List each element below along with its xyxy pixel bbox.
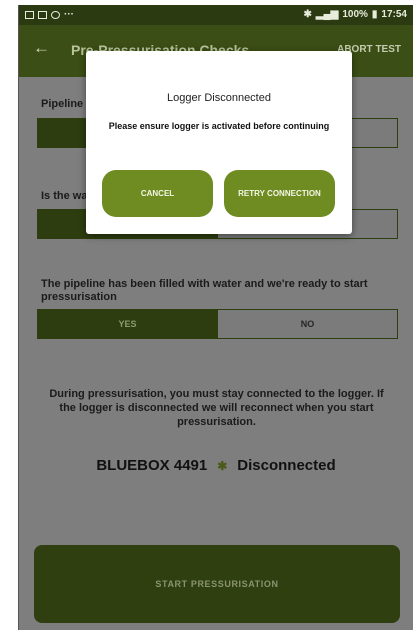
- question-2-label: Is the wa: [41, 190, 88, 202]
- bluetooth-icon: ✱: [217, 458, 228, 473]
- device-screen: ··· ✱ ▂▄▆ 100% ▮ 17:54 ← Pre-Pressurisat…: [18, 5, 413, 630]
- screenshot-icon: [38, 10, 47, 19]
- logger-connection-status: Disconnected: [237, 457, 336, 474]
- clock: 17:54: [381, 9, 407, 20]
- logger-status: BLUEBOX 4491 ✱ Disconnected: [19, 457, 413, 474]
- notification-icons: ···: [25, 9, 74, 20]
- logger-disconnected-dialog: Logger Disconnected Please ensure logger…: [86, 51, 352, 234]
- question-3-label: The pipeline has been filled with water …: [41, 278, 368, 303]
- battery-icon: ▮: [371, 9, 378, 20]
- question-1-label: Pipeline: [41, 98, 84, 110]
- question-3-yes[interactable]: YES: [38, 310, 217, 338]
- start-pressurisation-button[interactable]: START PRESSURISATION: [34, 545, 400, 623]
- status-bar: ··· ✱ ▂▄▆ 100% ▮ 17:54: [19, 5, 413, 25]
- battery-level: 100%: [342, 9, 368, 20]
- bluetooth-status-icon: ✱: [303, 9, 312, 20]
- gallery-icon: [25, 10, 34, 19]
- logger-name: BLUEBOX 4491: [96, 457, 208, 474]
- connection-info-text: During pressurisation, you must stay con…: [49, 388, 384, 428]
- arrow-left-icon[interactable]: ←: [33, 38, 50, 58]
- question-3-toggle: YES NO: [37, 309, 398, 339]
- system-status: ✱ ▂▄▆ 100% ▮ 17:54: [303, 9, 407, 20]
- sync-icon: [51, 10, 60, 19]
- more-icon: ···: [64, 9, 74, 20]
- dialog-message: Please ensure logger is activated before…: [108, 121, 330, 131]
- question-3-no[interactable]: NO: [217, 310, 397, 338]
- signal-icon: ▂▄▆: [315, 9, 339, 20]
- retry-connection-button[interactable]: RETRY CONNECTION: [224, 170, 335, 217]
- dialog-title: Logger Disconnected: [167, 92, 271, 104]
- cancel-button[interactable]: CANCEL: [102, 170, 213, 217]
